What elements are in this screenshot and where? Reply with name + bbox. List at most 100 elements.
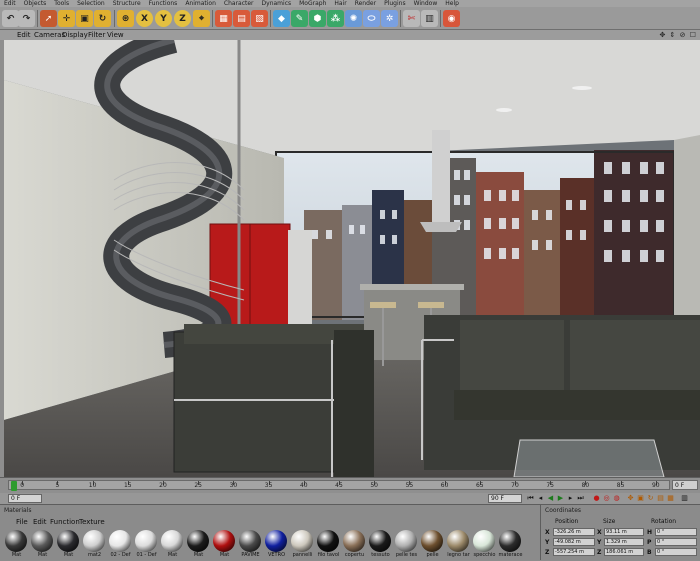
rotation-b-field[interactable]: 0 ° [655, 548, 697, 556]
menu-item-render[interactable]: Render [351, 0, 380, 7]
go-to-end-icon[interactable]: ⏭ [576, 494, 585, 503]
menu-item-dynamics[interactable]: Dynamics [258, 0, 296, 7]
x-axis-lock-button[interactable]: X [136, 10, 153, 27]
timeline-end-field[interactable]: 0 F [672, 480, 698, 490]
material-swatch[interactable]: pelle tes [394, 530, 419, 561]
autokey-icon[interactable]: ◎ [602, 494, 611, 503]
step-forward-icon[interactable]: ▸ [566, 494, 575, 503]
viewport-menu-cameras[interactable]: Cameras [34, 30, 65, 40]
material-swatch[interactable]: mat2 [82, 530, 107, 561]
rotation-key-icon[interactable]: ↻ [646, 494, 655, 503]
material-swatch[interactable]: filo tavol [316, 530, 341, 561]
material-swatch[interactable]: Mat [4, 530, 29, 561]
menu-item-plugins[interactable]: Plugins [380, 0, 410, 7]
render-settings-icon[interactable]: ▧ [251, 10, 268, 27]
array-icon[interactable]: ⁂ [327, 10, 344, 27]
materials-menu-edit[interactable]: Edit [33, 517, 47, 528]
material-swatch[interactable]: tessuto [368, 530, 393, 561]
go-to-start-icon[interactable]: ⏮ [526, 494, 535, 503]
material-swatch[interactable]: Mat [186, 530, 211, 561]
menu-item-functions[interactable]: Functions [145, 0, 182, 7]
material-swatch[interactable]: legno tar [446, 530, 471, 561]
hair-tool-icon[interactable]: ✄ [403, 10, 420, 27]
material-swatch[interactable]: Mat [30, 530, 55, 561]
timeline-track[interactable]: 0 5 10 15 20 25 30 35 40 45 50 55 60 65 70 75 80 85 90 [8, 480, 670, 491]
move-tool-icon[interactable]: ✛ [58, 10, 75, 27]
material-swatch[interactable]: Mat [56, 530, 81, 561]
menu-item-structure[interactable]: Structure [109, 0, 145, 7]
menu-item-help[interactable]: Help [441, 0, 463, 7]
material-swatch[interactable]: PAVIME [238, 530, 263, 561]
rotate-tool-icon[interactable]: ↻ [94, 10, 111, 27]
menu-item-edit[interactable]: Edit [0, 0, 20, 7]
perspective-viewport[interactable] [4, 40, 700, 477]
spline-icon[interactable]: ✎ [291, 10, 308, 27]
material-swatch[interactable]: specchio [472, 530, 497, 561]
menu-item-character[interactable]: Character [220, 0, 258, 7]
viewport-navigation-controls[interactable]: ✥ ⇕ ⊘ ☐ [659, 30, 697, 40]
record-icon[interactable]: ◉ [443, 10, 460, 27]
nurbs-icon[interactable]: ⬢ [309, 10, 326, 27]
viewport-menu-filter[interactable]: Filter [88, 30, 105, 40]
material-swatch[interactable]: VETRO [264, 530, 289, 561]
materials-menu-file[interactable]: File [16, 517, 28, 528]
menu-item-objects[interactable]: Objects [20, 0, 51, 7]
hair-render-icon[interactable]: ▥ [421, 10, 438, 27]
deformer-icon[interactable]: ✺ [345, 10, 362, 27]
max-frame-field[interactable]: 90 F [488, 494, 522, 503]
material-swatch[interactable]: Mat [212, 530, 237, 561]
rotation-h-field[interactable]: 0 ° [655, 528, 697, 536]
timeline-options-icon[interactable]: ▥ [680, 494, 689, 503]
size-x-field[interactable]: 93.11 m [604, 528, 644, 536]
timeline-playhead[interactable] [11, 481, 17, 491]
record-keyframe-icon[interactable]: ● [592, 494, 601, 503]
material-swatch[interactable]: Mat [160, 530, 185, 561]
play-forward-icon[interactable]: ▶ [556, 494, 565, 503]
y-axis-lock-button[interactable]: Y [155, 10, 172, 27]
viewport-menu-edit[interactable]: Edit [17, 30, 31, 40]
viewport-menu-view[interactable]: View [107, 30, 124, 40]
materials-menu-texture[interactable]: Texture [79, 517, 105, 528]
material-swatch[interactable]: copertu [342, 530, 367, 561]
coordinate-system-icon[interactable]: ⌖ [193, 10, 210, 27]
render-picture-viewer-icon[interactable]: ▤ [233, 10, 250, 27]
scale-tool-icon[interactable]: ▣ [76, 10, 93, 27]
recent-tool-icon[interactable]: ⊛ [117, 10, 134, 27]
material-swatch[interactable]: pannelli [290, 530, 315, 561]
size-y-field[interactable]: 1.329 m [604, 538, 644, 546]
rotation-p-field[interactable]: 0 ° [655, 538, 697, 546]
step-back-icon[interactable]: ◂ [536, 494, 545, 503]
material-swatch[interactable]: materace [498, 530, 523, 561]
current-frame-field[interactable]: 0 F [8, 494, 42, 503]
light-icon[interactable]: ✲ [381, 10, 398, 27]
pla-key-icon[interactable]: ▦ [666, 494, 675, 503]
parameter-key-icon[interactable]: ▤ [656, 494, 665, 503]
position-z-field[interactable]: -557.254 m [553, 548, 595, 556]
menu-item-hair[interactable]: Hair [330, 0, 350, 7]
scale-key-icon[interactable]: ▣ [636, 494, 645, 503]
cube-object-icon[interactable]: ◆ [273, 10, 290, 27]
z-axis-lock-button[interactable]: Z [174, 10, 191, 27]
render-view-icon[interactable]: ▦ [215, 10, 232, 27]
menu-item-animation[interactable]: Animation [181, 0, 220, 7]
position-x-field[interactable]: -326.26 m [553, 528, 595, 536]
position-y-field[interactable]: -49.082 m [553, 538, 595, 546]
live-selection-icon[interactable]: ➚ [40, 10, 57, 27]
scene-icon[interactable]: ⬭ [363, 10, 380, 27]
keyframe-selection-icon[interactable]: ◍ [612, 494, 621, 503]
play-backward-icon[interactable]: ◀ [546, 494, 555, 503]
material-swatch[interactable]: 01 - Def [134, 530, 159, 561]
size-z-field[interactable]: 186.061 m [604, 548, 644, 556]
menu-item-tools[interactable]: Tools [50, 0, 73, 7]
material-swatch[interactable]: 02 - Def [108, 530, 133, 561]
redo-icon[interactable]: ↷ [18, 10, 35, 27]
menu-item-window[interactable]: Window [410, 0, 442, 7]
menu-item-selection[interactable]: Selection [73, 0, 109, 7]
timeline-ruler[interactable]: 0 5 10 15 20 25 30 35 40 45 50 55 60 65 70 75 80 85 90 0 F [0, 477, 700, 493]
materials-menu-function[interactable]: Function [50, 517, 80, 528]
material-swatch[interactable]: pelle [420, 530, 445, 561]
viewport-menu-display[interactable]: Display [62, 30, 88, 40]
undo-icon[interactable]: ↶ [2, 10, 19, 27]
menu-item-mograph[interactable]: MoGraph [295, 0, 330, 7]
position-key-icon[interactable]: ✥ [626, 494, 635, 503]
